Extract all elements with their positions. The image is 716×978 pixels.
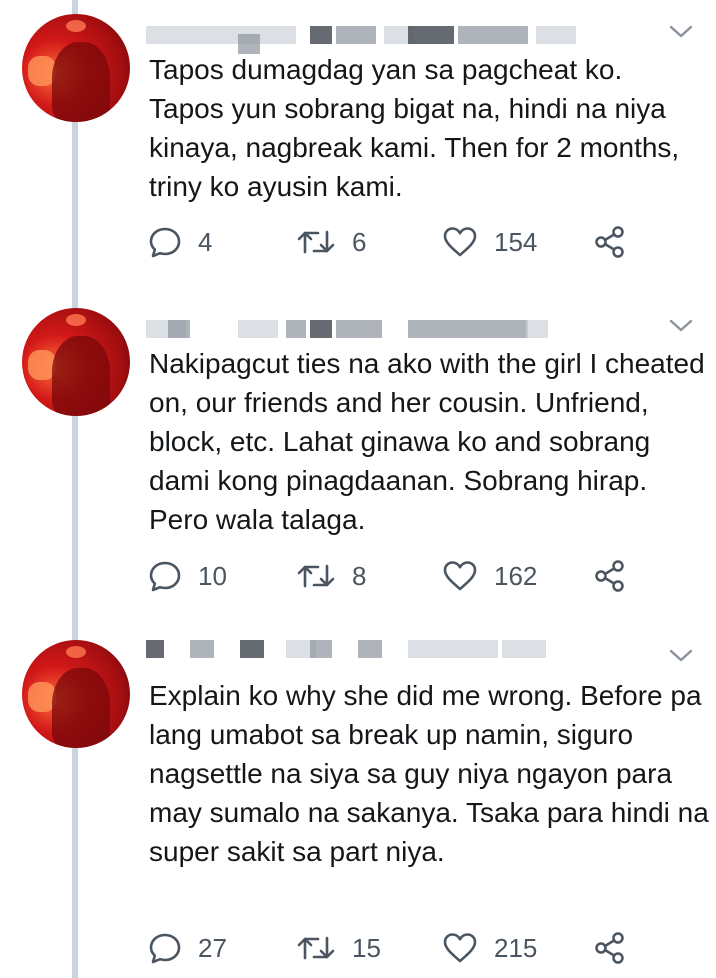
like-count: 215 (494, 932, 538, 963)
like-button[interactable]: 215 (442, 928, 537, 968)
chevron-down-icon (669, 319, 693, 332)
share-icon (595, 226, 624, 258)
chevron-down-icon (669, 25, 693, 38)
retweet-button[interactable]: 15 (296, 928, 381, 968)
tweet-actions: 4 6 154 (148, 222, 688, 262)
tweet-text: Tapos dumagdag yan sa pagcheat ko. Tapos… (149, 54, 680, 202)
tweet-menu-button[interactable] (668, 22, 694, 42)
tweet-menu-button[interactable] (668, 316, 694, 336)
share-icon (595, 932, 624, 964)
tweet-menu-button[interactable] (668, 646, 694, 666)
heart-icon (443, 933, 477, 963)
retweet-count: 15 (352, 932, 381, 963)
like-count: 154 (494, 226, 538, 257)
redacted-username (146, 22, 626, 54)
retweet-icon (297, 564, 335, 588)
tweet-actions: 27 15 215 (148, 928, 688, 968)
thread-line (72, 0, 78, 978)
reply-icon (149, 227, 181, 258)
tweet-text: Explain ko why she did me wrong. Before … (149, 680, 709, 867)
reply-count: 10 (198, 560, 227, 591)
like-button[interactable]: 162 (442, 556, 537, 596)
redacted-username (146, 316, 626, 342)
retweet-button[interactable]: 8 (296, 556, 366, 596)
retweet-count: 8 (352, 560, 367, 591)
share-button[interactable] (594, 556, 626, 596)
retweet-count: 6 (352, 226, 367, 257)
heart-icon (443, 561, 477, 591)
avatar[interactable] (22, 308, 130, 416)
reply-button[interactable]: 10 (148, 556, 227, 596)
retweet-icon (297, 936, 335, 960)
tweet-actions: 10 8 162 (148, 556, 688, 596)
retweet-icon (297, 230, 335, 254)
tweet-text: Nakipagcut ties na ako with the girl I c… (149, 348, 705, 535)
avatar[interactable] (22, 14, 130, 122)
share-button[interactable] (594, 928, 626, 968)
reply-icon (149, 933, 181, 964)
share-icon (595, 560, 624, 592)
reply-button[interactable]: 27 (148, 928, 227, 968)
reply-icon (149, 561, 181, 592)
avatar[interactable] (22, 640, 130, 748)
retweet-button[interactable]: 6 (296, 222, 366, 262)
like-count: 162 (494, 560, 538, 591)
share-button[interactable] (594, 222, 626, 262)
heart-icon (443, 227, 477, 257)
reply-count: 4 (198, 226, 213, 257)
like-button[interactable]: 154 (442, 222, 537, 262)
reply-button[interactable]: 4 (148, 222, 212, 262)
chevron-down-icon (669, 649, 693, 662)
reply-count: 27 (198, 932, 227, 963)
redacted-username (146, 636, 626, 662)
